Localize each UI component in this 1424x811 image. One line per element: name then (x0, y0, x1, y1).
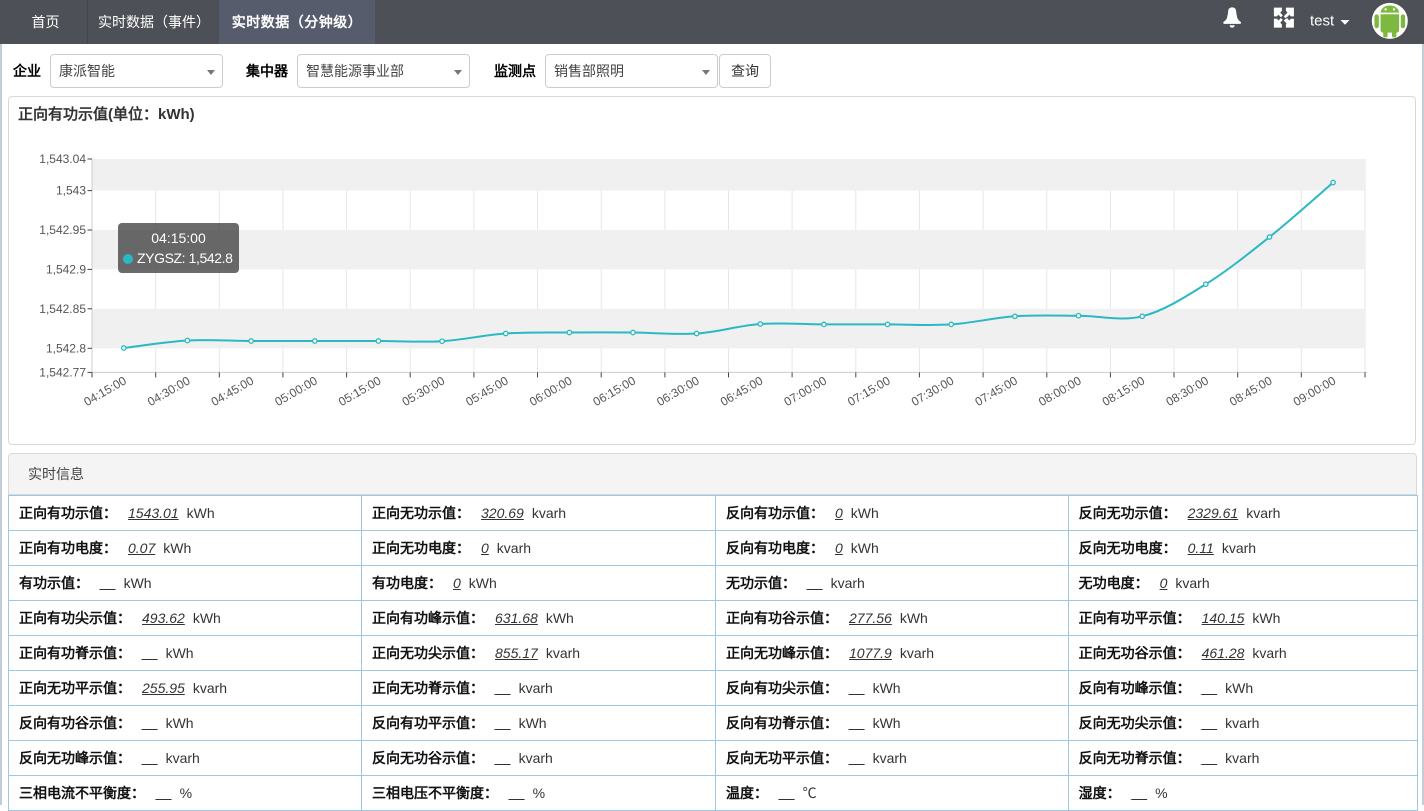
svg-text:07:15:00: 07:15:00 (845, 373, 893, 409)
svg-text:1,542.85: 1,542.85 (39, 302, 86, 316)
svg-text:08:30:00: 08:30:00 (1163, 373, 1211, 409)
svg-text:1,542.77: 1,542.77 (39, 365, 86, 379)
svg-text:1,543.04: 1,543.04 (39, 152, 86, 166)
svg-text:05:30:00: 05:30:00 (400, 373, 448, 409)
svg-text:06:00:00: 06:00:00 (527, 373, 575, 409)
svg-text:1,542.9: 1,542.9 (46, 262, 86, 276)
svg-text:06:15:00: 06:15:00 (591, 373, 639, 409)
svg-text:05:15:00: 05:15:00 (336, 373, 384, 409)
svg-text:08:45:00: 08:45:00 (1227, 373, 1275, 409)
svg-text:test: test (1310, 13, 1335, 30)
svg-text:08:00:00: 08:00:00 (1036, 373, 1084, 409)
svg-text:08:15:00: 08:15:00 (1100, 373, 1148, 409)
svg-text:1,542.95: 1,542.95 (39, 223, 86, 237)
svg-text:04:30:00: 04:30:00 (145, 373, 193, 409)
svg-text:1,542.8: 1,542.8 (46, 341, 86, 355)
svg-text:1,543: 1,543 (56, 184, 86, 198)
svg-text:04:45:00: 04:45:00 (209, 373, 257, 409)
svg-text:07:00:00: 07:00:00 (782, 373, 830, 409)
svg-text:06:45:00: 06:45:00 (718, 373, 766, 409)
svg-text:09:00:00: 09:00:00 (1291, 373, 1339, 409)
svg-text:07:45:00: 07:45:00 (972, 373, 1020, 409)
svg-text:07:30:00: 07:30:00 (909, 373, 957, 409)
svg-text:04:15:00: 04:15:00 (81, 373, 129, 409)
svg-text:05:45:00: 05:45:00 (463, 373, 511, 409)
svg-text:06:30:00: 06:30:00 (654, 373, 702, 409)
svg-text:05:00:00: 05:00:00 (272, 373, 320, 409)
